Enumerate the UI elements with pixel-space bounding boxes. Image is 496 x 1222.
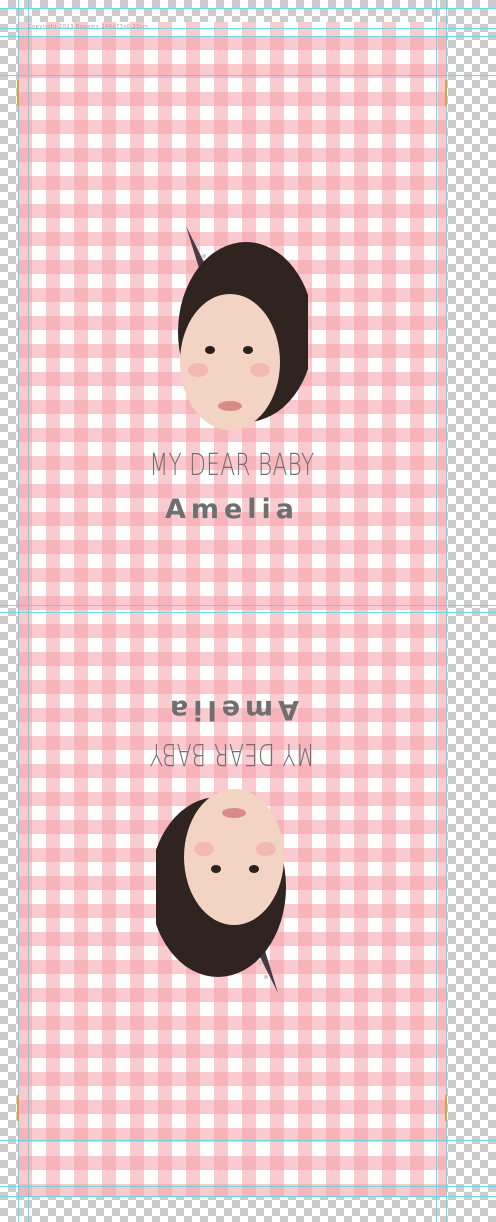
guide-line: [0, 612, 496, 613]
crop-mark: [445, 1095, 447, 1121]
guide-line: [446, 0, 447, 1222]
crop-mark: [445, 80, 447, 106]
label-name: Amelia: [164, 694, 300, 725]
label-line-1: MY DEAR BABY: [149, 448, 315, 483]
guide-line: [0, 1186, 496, 1187]
guide-line: [28, 0, 29, 1222]
label-bottom-half: MY DEAR BABY Amelia: [18, 612, 446, 1197]
guide-line: [0, 28, 496, 29]
guide-line: [0, 8, 496, 9]
crop-mark: [17, 80, 19, 106]
guide-line: [0, 1140, 496, 1141]
baby-portrait: [150, 777, 306, 997]
label-line-1: MY DEAR BABY: [149, 736, 315, 771]
label-name: Amelia: [164, 494, 300, 525]
baby-portrait: [158, 222, 314, 442]
guide-line: [18, 0, 19, 1222]
guide-line: [0, 1196, 496, 1197]
guide-line: [0, 605, 496, 606]
guide-line: [0, 75, 496, 76]
guide-line: [0, 36, 496, 37]
crop-mark: [17, 1095, 19, 1121]
label-top-half: MY DEAR BABY Amelia: [18, 22, 446, 607]
guide-line: [436, 0, 437, 1222]
